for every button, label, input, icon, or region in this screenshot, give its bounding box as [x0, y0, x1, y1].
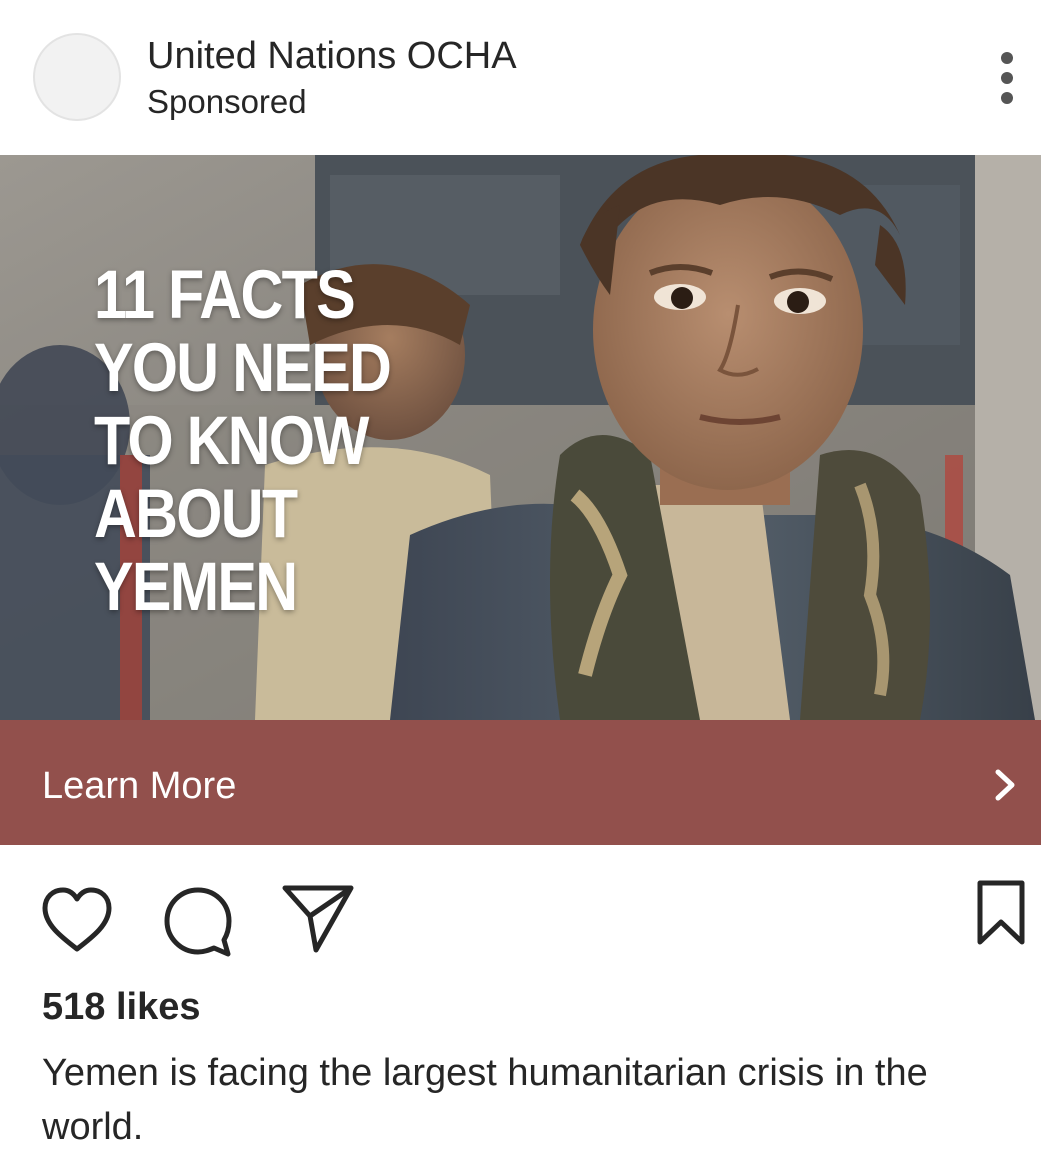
account-name[interactable]: United Nations OCHA — [147, 34, 517, 78]
profile-avatar[interactable] — [33, 33, 121, 121]
post-header: United Nations OCHA Sponsored — [0, 0, 1041, 155]
comment-icon[interactable] — [160, 884, 236, 960]
headline-line: YEMEN — [94, 548, 298, 625]
ad-headline: 11 FACTS YOU NEED TO KNOW ABOUT YEMEN — [94, 256, 392, 625]
learn-more-label: Learn More — [42, 765, 237, 807]
bookmark-icon[interactable] — [974, 878, 1028, 948]
likes-count[interactable]: 518 likes — [42, 984, 200, 1030]
headline-line: ABOUT — [94, 475, 298, 552]
post-caption: Yemen is facing the largest humanitarian… — [42, 1052, 928, 1148]
learn-more-button[interactable]: Learn More — [0, 720, 1041, 845]
heart-icon[interactable] — [40, 886, 114, 954]
more-options-icon[interactable] — [988, 48, 1028, 108]
headline-line: TO KNOW — [94, 402, 369, 479]
post-image[interactable]: 11 FACTS YOU NEED TO KNOW ABOUT YEMEN — [0, 155, 1041, 720]
chevron-right-icon — [995, 769, 1015, 801]
headline-line: YOU NEED — [94, 329, 392, 406]
sponsored-label: Sponsored — [147, 83, 307, 120]
headline-line: 11 FACTS — [94, 256, 356, 333]
post-actions — [0, 860, 1041, 970]
send-icon[interactable] — [280, 882, 356, 954]
